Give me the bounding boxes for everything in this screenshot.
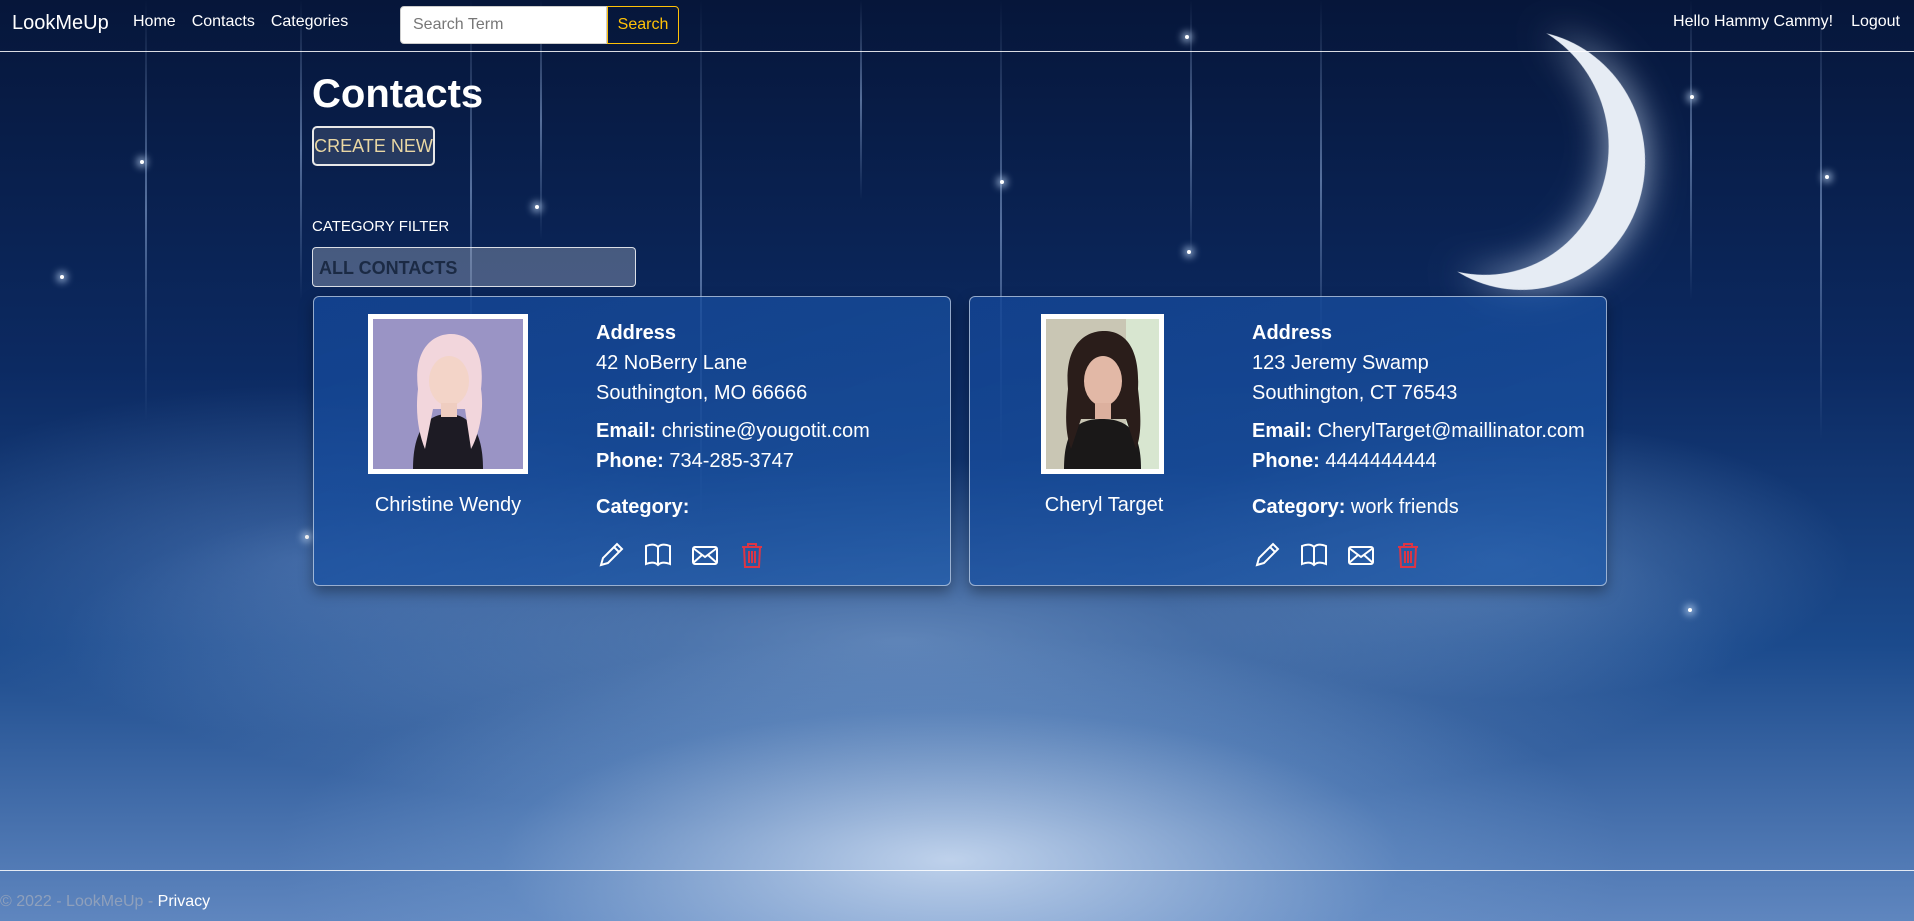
address-line2: Southington, MO 66666	[596, 382, 808, 404]
contact-name: Cheryl Target	[1044, 494, 1164, 516]
pencil-icon[interactable]	[596, 540, 626, 570]
nav-link-categories[interactable]: Categories	[271, 13, 348, 31]
night-sky-background	[0, 0, 1914, 921]
email-label: Email:	[596, 420, 657, 442]
contact-photo	[368, 314, 528, 474]
email-label: Email:	[1252, 420, 1313, 442]
nav-user-area: Hello Hammy Cammy! Logout	[1673, 13, 1900, 31]
contact-photo	[1041, 314, 1164, 474]
email-value: christine@yougotit.com	[661, 420, 870, 442]
footer-text: © 2022 - LookMeUp - Privacy	[0, 893, 210, 911]
address-line2: Southington, CT 76543	[1252, 382, 1458, 404]
create-new-button[interactable]: CREATE NEW	[312, 126, 435, 166]
search-form: Search	[400, 6, 679, 44]
page-title: Contacts	[312, 72, 484, 116]
address-line1: 42 NoBerry Lane	[596, 352, 748, 374]
address-label: Address	[596, 322, 677, 344]
contact-actions	[596, 540, 767, 570]
phone-label: Phone:	[1252, 450, 1320, 472]
phone-row: Phone: 734-285-3747	[596, 446, 870, 476]
category-row: Category: work friends	[1252, 492, 1585, 522]
logout-link[interactable]: Logout	[1851, 13, 1900, 31]
email-row: Email: christine@yougotit.com	[596, 416, 870, 446]
email-value: CherylTarget@maillinator.com	[1317, 420, 1585, 442]
phone-label: Phone:	[596, 450, 664, 472]
trash-icon[interactable]	[737, 540, 767, 570]
category-value: work friends	[1350, 496, 1459, 518]
top-navbar: LookMeUp Home Contacts Categories Search…	[0, 0, 1914, 52]
search-input[interactable]	[400, 6, 607, 44]
email-row: Email: CherylTarget@maillinator.com	[1252, 416, 1585, 446]
nav-links: Home Contacts Categories	[133, 13, 348, 31]
copyright-text: © 2022 - LookMeUp -	[0, 893, 158, 910]
trash-icon[interactable]	[1393, 540, 1423, 570]
privacy-link[interactable]: Privacy	[158, 893, 210, 910]
address-line1: 123 Jeremy Swamp	[1252, 352, 1429, 374]
page-footer: © 2022 - LookMeUp - Privacy	[0, 870, 1914, 921]
address-label: Address	[1252, 322, 1333, 344]
phone-value: 4444444444	[1325, 450, 1437, 472]
contact-name: Christine Wendy	[374, 494, 522, 516]
phone-value: 734-285-3747	[669, 450, 794, 472]
nav-link-home[interactable]: Home	[133, 13, 176, 31]
book-icon[interactable]	[643, 540, 673, 570]
envelope-icon[interactable]	[1346, 540, 1376, 570]
envelope-icon[interactable]	[690, 540, 720, 570]
contact-card: Christine Wendy Address 42 NoBerry Lane …	[313, 296, 951, 586]
category-filter-select[interactable]: ALL CONTACTS	[312, 247, 636, 287]
contact-actions	[1252, 540, 1423, 570]
pencil-icon[interactable]	[1252, 540, 1282, 570]
search-button[interactable]: Search	[607, 6, 679, 44]
contact-details: Address 42 NoBerry Lane Southington, MO …	[596, 318, 870, 522]
contact-card: Cheryl Target Address 123 Jeremy Swamp S…	[969, 296, 1607, 586]
category-row: Category:	[596, 492, 870, 522]
user-greeting-link[interactable]: Hello Hammy Cammy!	[1673, 13, 1833, 31]
category-label: Category:	[1252, 496, 1346, 518]
brand-logo-link[interactable]: LookMeUp	[12, 12, 109, 35]
contact-details: Address 123 Jeremy Swamp Southington, CT…	[1252, 318, 1585, 522]
phone-row: Phone: 4444444444	[1252, 446, 1585, 476]
book-icon[interactable]	[1299, 540, 1329, 570]
category-label: Category:	[596, 496, 690, 518]
nav-link-contacts[interactable]: Contacts	[192, 13, 255, 31]
category-filter-label: CATEGORY FILTER	[312, 218, 450, 235]
